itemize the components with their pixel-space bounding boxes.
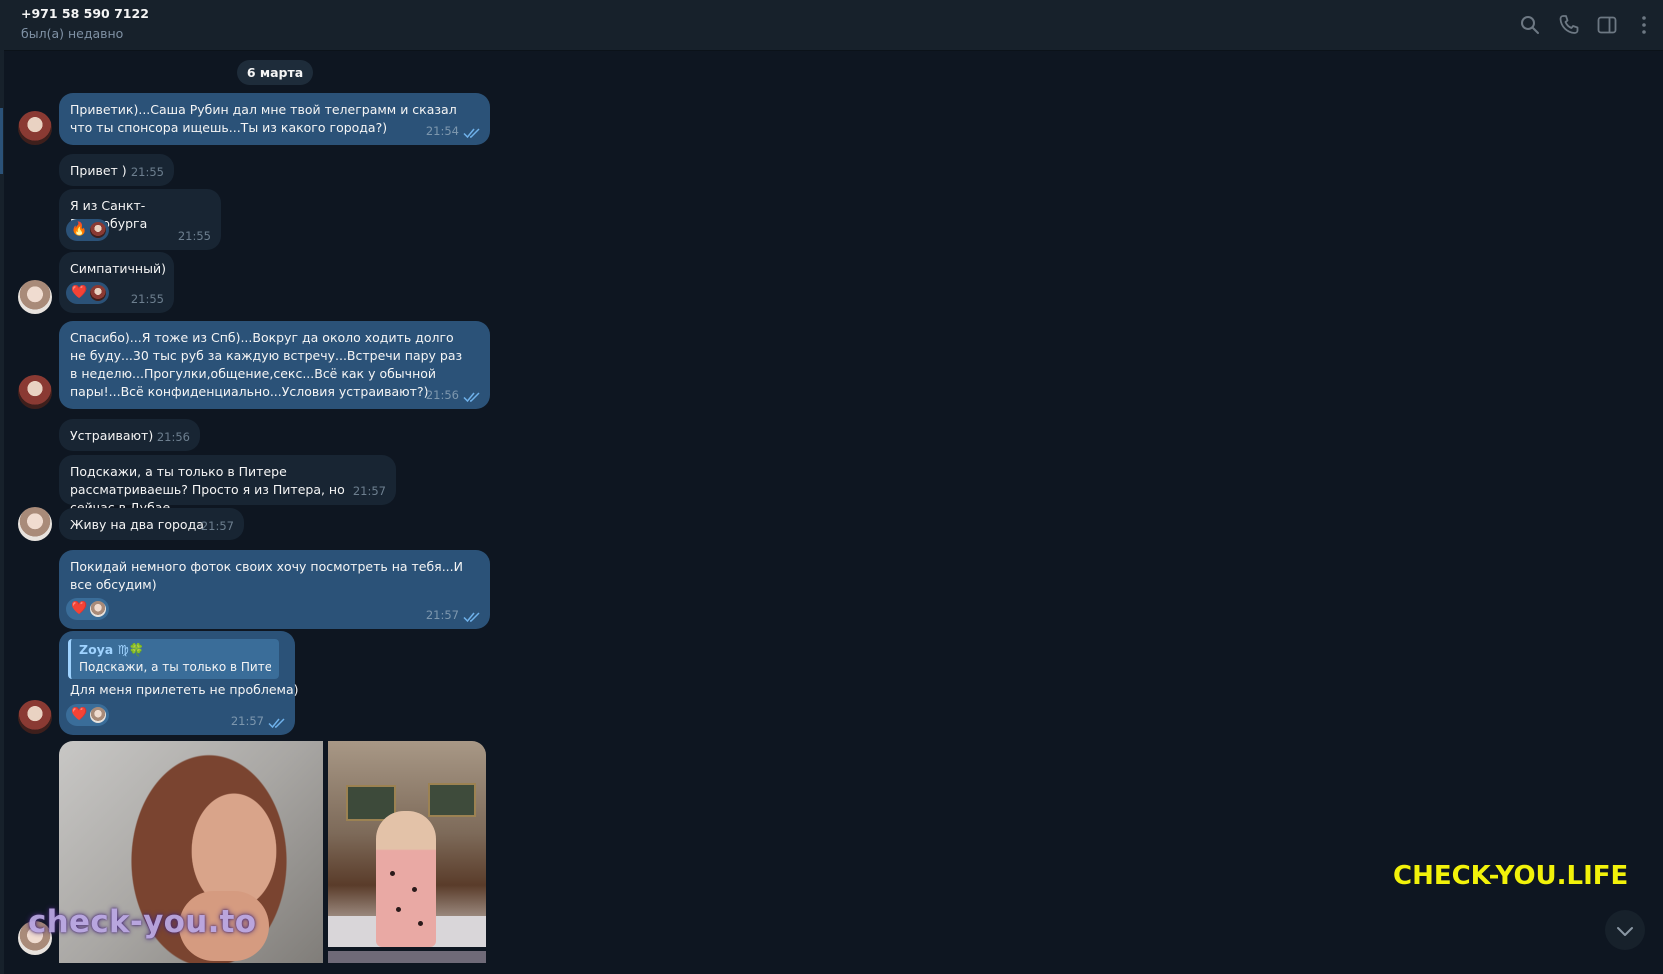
message-time: 21:56 [425,388,459,402]
message-time: 21:57 [425,608,459,622]
message-bubble-outgoing[interactable]: Покидай немного фоток своих хочу посмотр… [59,550,490,629]
photo-woman-bedroom[interactable] [328,741,486,947]
double-check-icon [463,391,483,403]
double-check-icon [268,717,288,729]
reaction[interactable]: ❤️ [66,598,110,620]
reaction[interactable]: ❤️ [66,282,110,304]
reply-text: Подскажи, а ты только в Пите... [79,660,271,674]
left-panel-edge [0,0,4,974]
chevron-down-icon [1617,927,1633,936]
photo-partial[interactable] [328,951,486,963]
reaction[interactable]: 🔥 [66,219,110,241]
message-text: Приветик)...Саша Рубин дал мне твой теле… [70,102,457,135]
reaction-avatar [90,222,107,238]
reply-author: Zoya ♍🍀 [79,642,145,657]
dress-dot [418,921,423,926]
message-bubble-outgoing[interactable]: Спасибо)...Я тоже из Спб)...Вокруг да ок… [59,321,490,409]
heart-emoji-icon: ❤️ [71,285,88,300]
message-text: Симпатичный) [70,261,166,276]
message-time: 21:55 [130,165,164,179]
message-time: 21:55 [130,292,164,306]
sidebar-toggle-icon[interactable] [1595,13,1619,37]
dress-dot [390,871,395,876]
message-time: 21:54 [425,124,459,138]
reaction-avatar [90,707,107,723]
dress-dot [412,887,417,892]
avatar-sender[interactable] [18,375,52,409]
dress-dot [396,907,401,912]
avatar-sender[interactable] [18,700,52,734]
scroll-position-mark [0,108,3,174]
message-bubble-outgoing[interactable]: Приветик)...Саша Рубин дал мне твой теле… [59,93,490,145]
chat-title[interactable]: +971 58 590 7122 [21,6,149,21]
wall-painting [428,783,476,817]
message-bubble-incoming[interactable]: Симпатичный) ❤️ 21:55 [59,252,174,313]
message-bubble-incoming[interactable]: Живу на два города 21:57 [59,508,244,540]
double-check-icon [463,611,483,623]
message-time: 21:57 [200,519,234,533]
reaction-avatar [90,601,107,617]
double-check-icon [463,127,483,139]
message-bubble-incoming[interactable]: Привет ) 21:55 [59,154,174,186]
watermark-left: check-you.to [28,904,257,940]
message-bubble-incoming[interactable]: Подскажи, а ты только в Питере рассматри… [59,455,396,515]
heart-emoji-icon: ❤️ [71,601,88,616]
search-icon[interactable] [1518,13,1542,37]
message-text: Спасибо)...Я тоже из Спб)...Вокруг да ок… [70,330,463,399]
chat-header[interactable]: +971 58 590 7122 был(а) недавно [4,0,1663,51]
message-text: Для меня прилететь не проблема) [70,682,299,697]
person-figure [376,811,436,947]
reaction-avatar [90,285,107,301]
message-time: 21:55 [177,229,211,243]
date-separator: 6 марта [237,60,313,85]
message-text: Покидай немного фоток своих хочу посмотр… [70,559,463,592]
heart-emoji-icon: ❤️ [71,707,88,722]
message-bubble-incoming[interactable]: Я из Санкт-Петербурга 🔥 21:55 [59,189,221,250]
avatar-contact[interactable] [18,507,52,541]
scroll-down-button[interactable] [1605,910,1645,950]
reply-quote[interactable]: Zoya ♍🍀 Подскажи, а ты только в Пите... [68,639,279,679]
chat-status: был(а) недавно [21,26,124,41]
message-time: 21:57 [352,484,386,498]
reaction[interactable]: ❤️ [66,704,110,726]
phone-icon[interactable] [1557,13,1581,37]
message-time: 21:57 [230,714,264,728]
more-vert-icon[interactable] [1632,13,1656,37]
avatar-sender[interactable] [18,111,52,145]
watermark-right: CHECK-YOU.LIFE [1393,861,1629,891]
fire-emoji-icon: 🔥 [71,222,88,237]
message-time: 21:56 [156,430,190,444]
message-bubble-incoming[interactable]: Устраивают) 21:56 [59,419,200,451]
avatar-contact[interactable] [18,280,52,314]
message-bubble-outgoing-reply[interactable]: Zoya ♍🍀 Подскажи, а ты только в Пите... … [59,631,299,735]
